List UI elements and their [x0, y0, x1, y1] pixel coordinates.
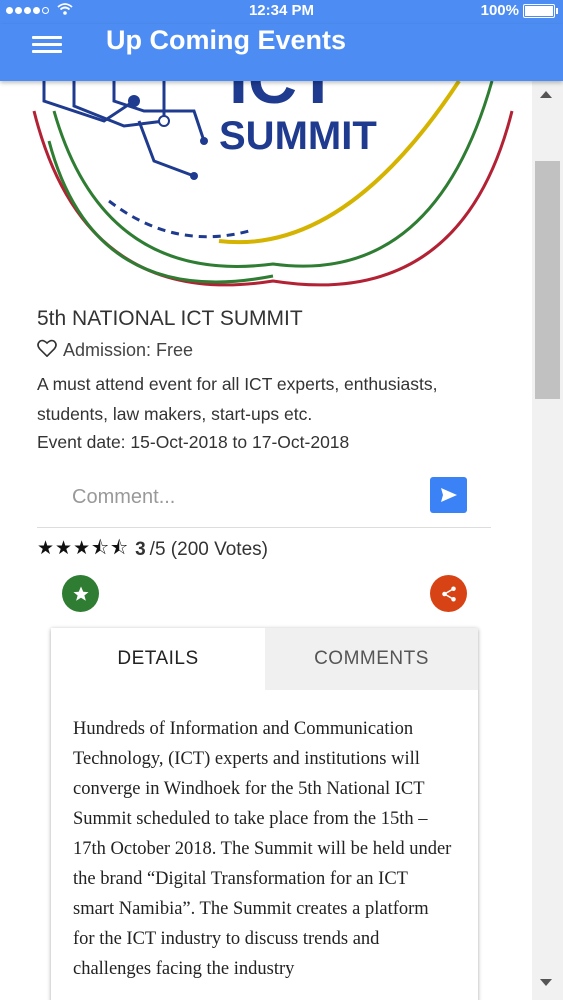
event-title: 5th NATIONAL ICT SUMMIT [37, 307, 303, 330]
rating-score: 3 [135, 539, 146, 560]
event-tabs-card: DETAILS COMMENTS Hundreds of Information… [51, 628, 478, 1000]
share-button[interactable] [430, 575, 467, 612]
app-bar: Up Coming Events [0, 24, 563, 81]
send-button[interactable] [430, 477, 467, 513]
page-title: Up Coming Events [106, 25, 347, 55]
ict-summit-logo: ICT SUMMIT [32, 81, 514, 287]
menu-icon[interactable] [32, 32, 62, 58]
details-text: Hundreds of Information and Communicatio… [73, 719, 452, 979]
scrollbar[interactable] [532, 81, 563, 1000]
favorite-button[interactable] [62, 575, 99, 612]
admission-info: Admission: Free [37, 339, 193, 362]
scroll-down-arrow[interactable] [540, 979, 552, 986]
tab-comments[interactable]: COMMENTS [265, 628, 478, 690]
event-content: ICT SUMMIT 5th NATIONAL ICT SUMMIT Admis… [14, 81, 532, 1000]
rating-stars: ★★★⯪⯪ [37, 538, 130, 559]
rating-votes: /5 (200 Votes) [149, 539, 268, 560]
battery-level: 100% [480, 2, 519, 19]
comment-box [37, 473, 491, 528]
battery-icon [523, 3, 558, 18]
scroll-thumb[interactable] [535, 161, 560, 399]
logo-ict-text: ICT [229, 81, 339, 118]
tab-details[interactable]: DETAILS [51, 628, 265, 690]
share-icon [441, 586, 456, 601]
battery-indicator: 100% [480, 2, 558, 19]
scroll-up-arrow[interactable] [540, 91, 552, 98]
logo-summit-text: SUMMIT [219, 114, 377, 158]
event-description: A must attend event for all ICT experts,… [37, 374, 438, 424]
send-icon [440, 488, 457, 502]
status-bar: 12:34 PM 100% [0, 0, 563, 24]
admission-text: Admission: Free [63, 340, 194, 360]
star-icon [73, 586, 88, 601]
event-date: Event date: 15-Oct-2018 to 17-Oct-2018 [37, 432, 350, 452]
status-time: 12:34 PM [248, 2, 315, 19]
rating: ★★★⯪⯪ 3 /5 (200 Votes) [37, 534, 268, 566]
comment-input[interactable] [37, 479, 454, 515]
heart-outline-icon [37, 339, 57, 362]
